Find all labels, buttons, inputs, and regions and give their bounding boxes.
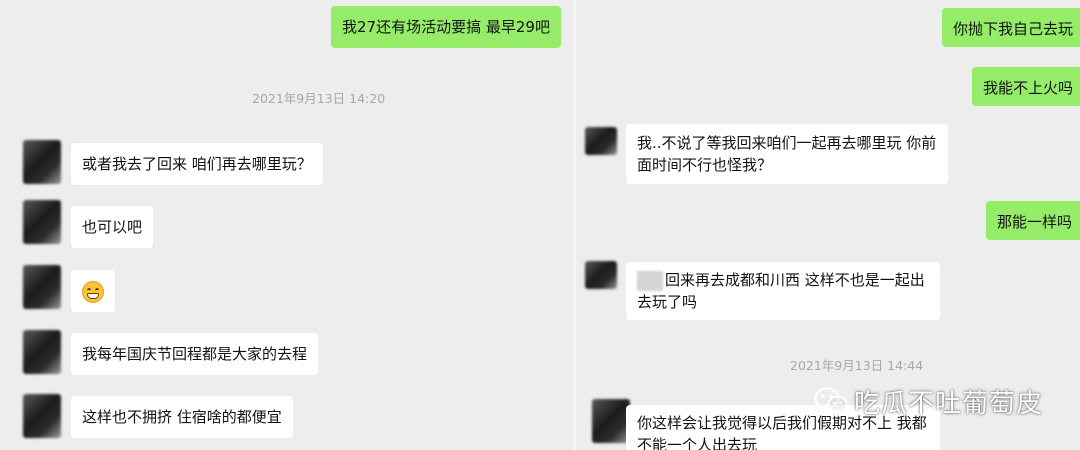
watermark: 吃瓜不吐葡萄皮 [814,383,1043,419]
watermark-text: 吃瓜不吐葡萄皮 [854,388,1044,419]
message-text: 也可以吧 [82,218,143,236]
message-text: 我..不说了等我回来咱们一起再去哪里玩 你前面时间不行也怪我？ [637,134,937,174]
received-message-bubble[interactable]: 这样也不拥挤 住宿啥的都便宜 [71,396,293,438]
sent-message-bubble[interactable]: 你抛下我自己去玩 [942,8,1080,47]
message-text: 那能一样吗 [997,213,1073,231]
contact-avatar[interactable] [23,330,61,374]
contact-avatar[interactable] [592,399,630,443]
left-chat-panel: 我27还有场活动要搞 最早29吧 2021年9月13日 14:20 或者我去了回… [0,0,573,450]
message-text: 回来再去成都和川西 这样不也是一起出去玩了吗 [637,271,925,311]
sent-message-bubble[interactable]: 我27还有场活动要搞 最早29吧 [331,6,561,48]
contact-avatar[interactable] [23,200,61,244]
timestamp: 2021年9月13日 14:44 [790,358,924,373]
message-text: 这样也不拥挤 住宿啥的都便宜 [82,408,282,426]
message-text: 我能不上火吗 [983,79,1074,97]
sent-message-bubble[interactable]: 那能一样吗 [986,201,1080,240]
received-message-bubble[interactable]: 我..不说了等我回来咱们一起再去哪里玩 你前面时间不行也怪我？ [626,124,948,184]
timestamp: 2021年9月13日 14:20 [252,91,386,106]
grimacing-face-emoji [82,280,104,303]
received-message-bubble[interactable]: 也可以吧 [71,206,154,248]
contact-avatar[interactable] [23,140,61,184]
redacted-name [637,270,663,291]
contact-avatar[interactable] [585,261,617,289]
received-message-bubble[interactable]: 我每年国庆节回程都是大家的去程 [71,333,319,375]
contact-avatar[interactable] [585,127,617,155]
message-text: 我每年国庆节回程都是大家的去程 [82,345,308,363]
received-message-bubble[interactable]: 回来再去成都和川西 这样不也是一起出去玩了吗 [626,262,940,320]
received-message-bubble[interactable]: 或者我去了回来 咱们再去哪里玩？ [71,143,323,185]
contact-avatar[interactable] [23,265,61,309]
received-message-bubble[interactable] [71,270,115,312]
sent-message-bubble[interactable]: 我能不上火吗 [972,67,1080,106]
wechat-logo-icon [814,387,848,415]
contact-avatar[interactable] [23,394,61,438]
message-text: 我27还有场活动要搞 最早29吧 [342,18,550,36]
message-text: 或者我去了回来 咱们再去哪里玩？ [82,155,312,173]
message-text: 你抛下我自己去玩 [953,20,1074,38]
